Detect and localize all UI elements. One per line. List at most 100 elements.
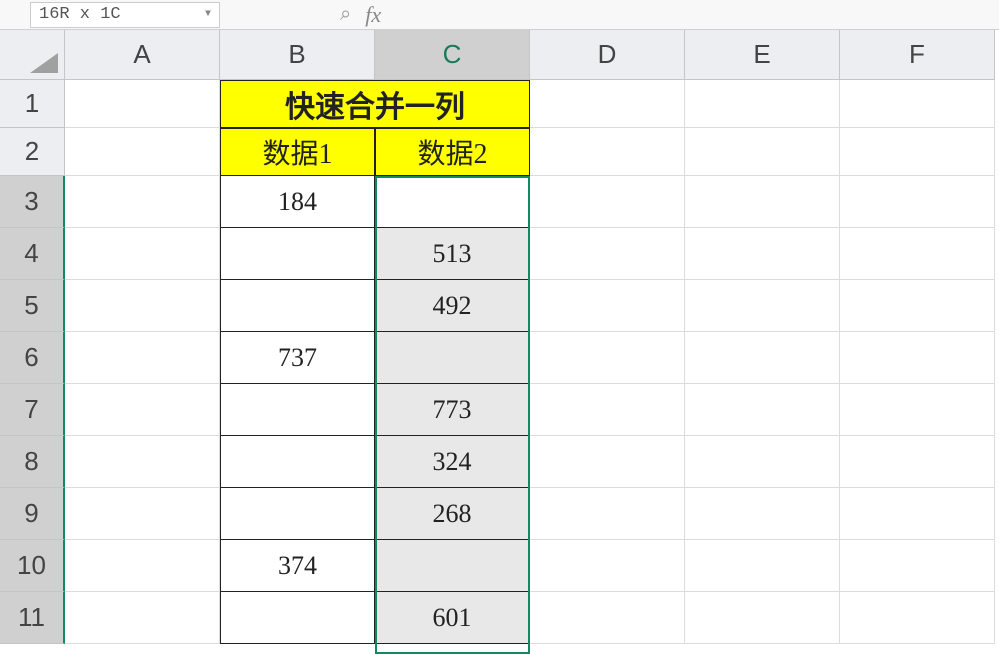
chevron-down-icon[interactable]: ▼ bbox=[205, 9, 211, 20]
cell-merged-title[interactable]: 快速合并一列 bbox=[220, 80, 530, 128]
cell-F4[interactable] bbox=[840, 228, 995, 280]
cell-E4[interactable] bbox=[685, 228, 840, 280]
spreadsheet-grid[interactable]: A B C D E F 1 快速合并一列 2 数据1 数据2 3 184 4 bbox=[0, 30, 999, 644]
cell-F7[interactable] bbox=[840, 384, 995, 436]
formula-bar-row: 16R x 1C ▼ ⌕ fx bbox=[0, 0, 999, 30]
fx-label[interactable]: fx bbox=[365, 2, 381, 28]
row-header-6[interactable]: 6 bbox=[0, 332, 65, 384]
col-header-B[interactable]: B bbox=[220, 30, 375, 80]
cell-B2[interactable]: 数据1 bbox=[220, 128, 375, 176]
row-header-11[interactable]: 11 bbox=[0, 592, 65, 644]
formula-bar[interactable]: ⌕ fx bbox=[340, 2, 381, 28]
column-header-row: A B C D E F bbox=[0, 30, 999, 80]
cell-D1[interactable] bbox=[530, 80, 685, 128]
cell-C3[interactable] bbox=[375, 176, 530, 228]
cell-F9[interactable] bbox=[840, 488, 995, 540]
cell-B8[interactable] bbox=[220, 436, 375, 488]
row-4: 4 513 bbox=[0, 228, 999, 280]
search-icon: ⌕ bbox=[340, 3, 351, 26]
cell-D7[interactable] bbox=[530, 384, 685, 436]
col-header-A[interactable]: A bbox=[65, 30, 220, 80]
row-6: 6 737 bbox=[0, 332, 999, 384]
cell-F5[interactable] bbox=[840, 280, 995, 332]
cell-C7[interactable]: 773 bbox=[375, 384, 530, 436]
cell-C9[interactable]: 268 bbox=[375, 488, 530, 540]
cell-F8[interactable] bbox=[840, 436, 995, 488]
cell-A6[interactable] bbox=[65, 332, 220, 384]
cell-B7[interactable] bbox=[220, 384, 375, 436]
cell-E2[interactable] bbox=[685, 128, 840, 176]
cell-C6[interactable] bbox=[375, 332, 530, 384]
row-3: 3 184 bbox=[0, 176, 999, 228]
cell-E11[interactable] bbox=[685, 592, 840, 644]
cell-A2[interactable] bbox=[65, 128, 220, 176]
cell-E9[interactable] bbox=[685, 488, 840, 540]
cell-D10[interactable] bbox=[530, 540, 685, 592]
row-header-2[interactable]: 2 bbox=[0, 128, 65, 176]
cell-B9[interactable] bbox=[220, 488, 375, 540]
cell-F10[interactable] bbox=[840, 540, 995, 592]
col-header-F[interactable]: F bbox=[840, 30, 995, 80]
col-header-E[interactable]: E bbox=[685, 30, 840, 80]
cell-F3[interactable] bbox=[840, 176, 995, 228]
cell-B10[interactable]: 374 bbox=[220, 540, 375, 592]
cell-D5[interactable] bbox=[530, 280, 685, 332]
cell-A7[interactable] bbox=[65, 384, 220, 436]
cell-D8[interactable] bbox=[530, 436, 685, 488]
cell-C5[interactable]: 492 bbox=[375, 280, 530, 332]
cell-A8[interactable] bbox=[65, 436, 220, 488]
cell-B6[interactable]: 737 bbox=[220, 332, 375, 384]
row-1: 1 快速合并一列 bbox=[0, 80, 999, 128]
cell-F6[interactable] bbox=[840, 332, 995, 384]
row-header-5[interactable]: 5 bbox=[0, 280, 65, 332]
row-5: 5 492 bbox=[0, 280, 999, 332]
row-header-4[interactable]: 4 bbox=[0, 228, 65, 280]
cell-C2[interactable]: 数据2 bbox=[375, 128, 530, 176]
cell-B4[interactable] bbox=[220, 228, 375, 280]
row-9: 9 268 bbox=[0, 488, 999, 540]
cell-C10[interactable] bbox=[375, 540, 530, 592]
cell-A10[interactable] bbox=[65, 540, 220, 592]
select-all-corner[interactable] bbox=[0, 30, 65, 80]
cell-F11[interactable] bbox=[840, 592, 995, 644]
row-header-3[interactable]: 3 bbox=[0, 176, 65, 228]
cell-A11[interactable] bbox=[65, 592, 220, 644]
cell-A1[interactable] bbox=[65, 80, 220, 128]
row-header-9[interactable]: 9 bbox=[0, 488, 65, 540]
cell-E6[interactable] bbox=[685, 332, 840, 384]
cell-C4[interactable]: 513 bbox=[375, 228, 530, 280]
row-header-8[interactable]: 8 bbox=[0, 436, 65, 488]
cell-A3[interactable] bbox=[65, 176, 220, 228]
row-header-10[interactable]: 10 bbox=[0, 540, 65, 592]
row-header-7[interactable]: 7 bbox=[0, 384, 65, 436]
cell-D9[interactable] bbox=[530, 488, 685, 540]
cell-A9[interactable] bbox=[65, 488, 220, 540]
cell-B3[interactable]: 184 bbox=[220, 176, 375, 228]
cell-D11[interactable] bbox=[530, 592, 685, 644]
row-2: 2 数据1 数据2 bbox=[0, 128, 999, 176]
col-header-C[interactable]: C bbox=[375, 30, 530, 80]
row-11: 11 601 bbox=[0, 592, 999, 644]
cell-F1[interactable] bbox=[840, 80, 995, 128]
cell-B11[interactable] bbox=[220, 592, 375, 644]
row-7: 7 773 bbox=[0, 384, 999, 436]
cell-E7[interactable] bbox=[685, 384, 840, 436]
col-header-D[interactable]: D bbox=[530, 30, 685, 80]
cell-C8[interactable]: 324 bbox=[375, 436, 530, 488]
cell-C11[interactable]: 601 bbox=[375, 592, 530, 644]
cell-E3[interactable] bbox=[685, 176, 840, 228]
cell-A5[interactable] bbox=[65, 280, 220, 332]
cell-D6[interactable] bbox=[530, 332, 685, 384]
cell-F2[interactable] bbox=[840, 128, 995, 176]
cell-D4[interactable] bbox=[530, 228, 685, 280]
cell-D3[interactable] bbox=[530, 176, 685, 228]
cell-B5[interactable] bbox=[220, 280, 375, 332]
cell-E1[interactable] bbox=[685, 80, 840, 128]
cell-D2[interactable] bbox=[530, 128, 685, 176]
cell-A4[interactable] bbox=[65, 228, 220, 280]
cell-E8[interactable] bbox=[685, 436, 840, 488]
name-box[interactable]: 16R x 1C ▼ bbox=[30, 2, 220, 28]
cell-E10[interactable] bbox=[685, 540, 840, 592]
cell-E5[interactable] bbox=[685, 280, 840, 332]
row-header-1[interactable]: 1 bbox=[0, 80, 65, 128]
